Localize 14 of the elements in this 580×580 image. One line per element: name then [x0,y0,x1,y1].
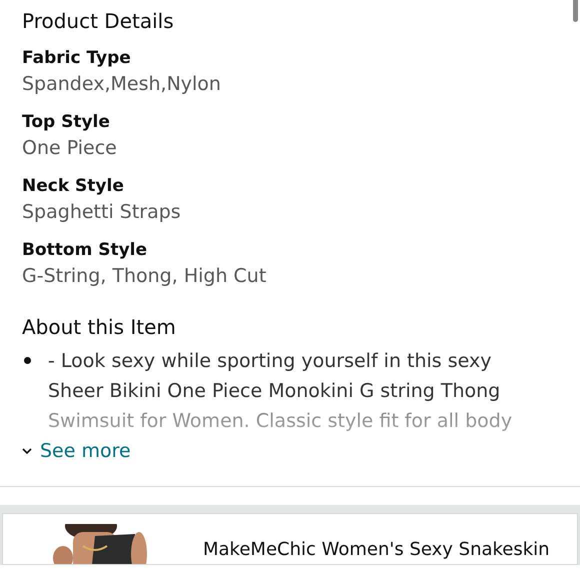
product-card[interactable]: MakeMeChic Women's Sexy Snakeskin [2,513,578,565]
scrollbar [573,0,578,22]
attribute-label: Fabric Type [22,47,132,70]
attribute-label: Bottom Style [22,239,148,262]
attribute-label: Top Style [22,111,111,134]
attribute-value: One Piece [22,136,118,161]
chevron-down-icon [22,448,32,454]
section-title: About this Item [22,314,177,340]
attribute-label: Neck Style [22,175,125,198]
attribute-value: G-String, Thong, High Cut [22,264,268,289]
attribute-value: Spandex,Mesh,Nylon [22,72,222,97]
attribute-value: Spaghetti Straps [22,200,182,225]
section-title: Product Details [22,8,175,34]
see-more-link[interactable]: See more [22,438,131,464]
